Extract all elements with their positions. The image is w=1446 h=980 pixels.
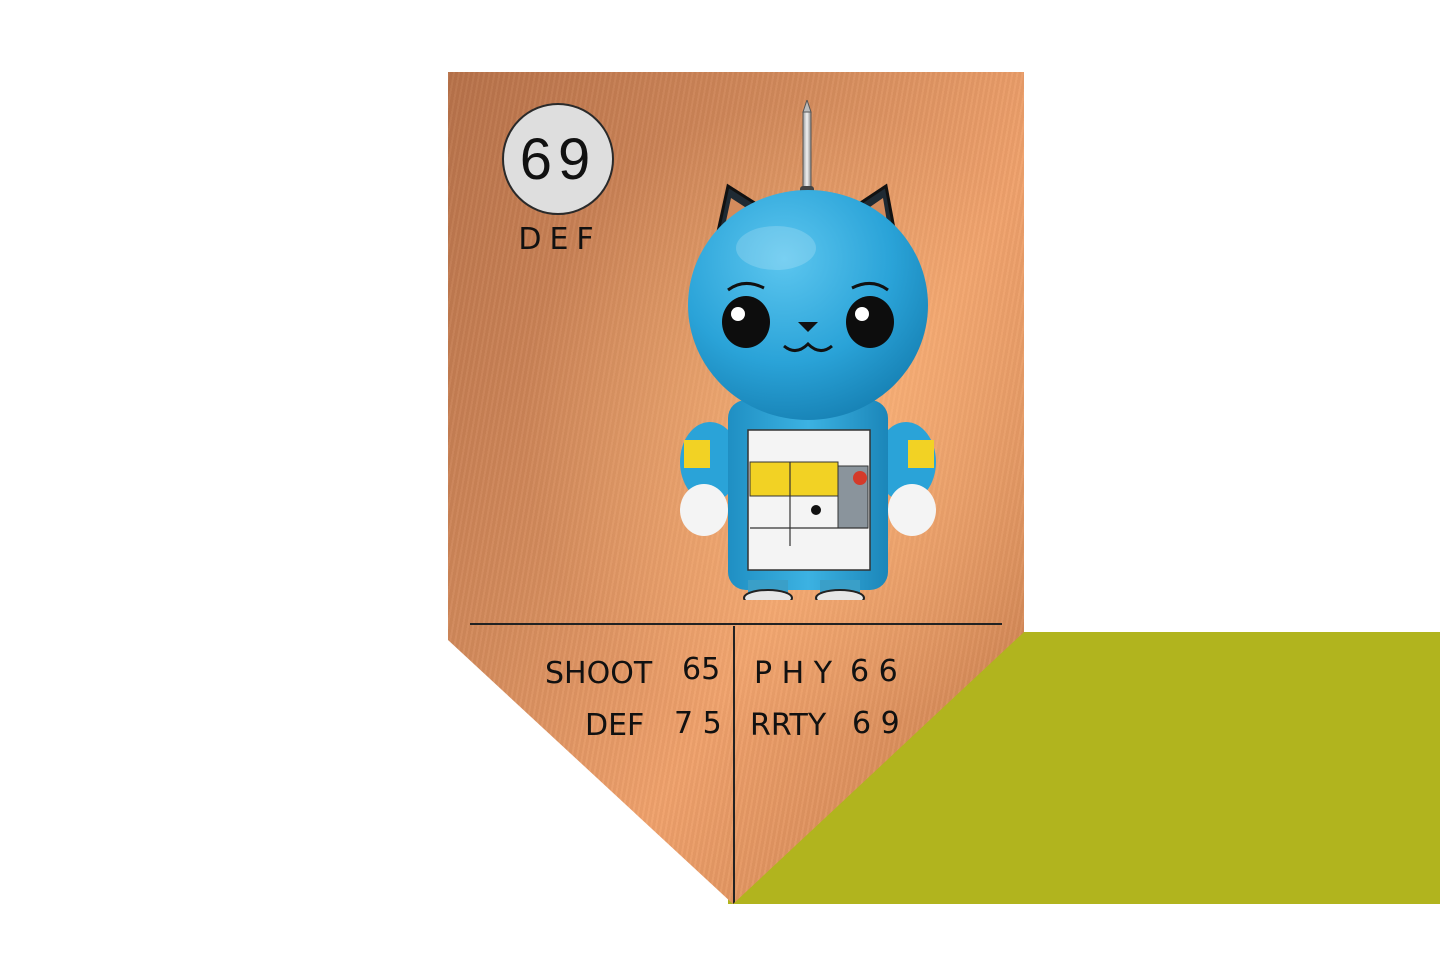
cat-robot-figure-icon (680, 100, 936, 600)
stat-label-phy: P H Y (754, 656, 833, 691)
stat-label-rrty: RRTY (750, 708, 827, 743)
rating-value: 69 (519, 126, 597, 192)
position-label: DEF (518, 222, 602, 257)
stats-divider-horizontal (470, 623, 1002, 625)
stats-divider-vertical (733, 626, 735, 904)
stat-value-shoot: 65 (682, 652, 721, 687)
rating-badge: 69 (502, 103, 614, 215)
stat-value-phy: 6 6 (850, 654, 898, 689)
stat-label-shoot: SHOOT (545, 656, 653, 691)
stat-value-def: 7 5 (674, 706, 722, 741)
stat-value-rrty: 6 9 (852, 706, 900, 741)
stat-label-def: DEF (585, 708, 645, 743)
game-screen: 69 DEF SHOOT 65 DEF 7 5 P H Y 6 6 RRTY 6… (0, 0, 1446, 980)
